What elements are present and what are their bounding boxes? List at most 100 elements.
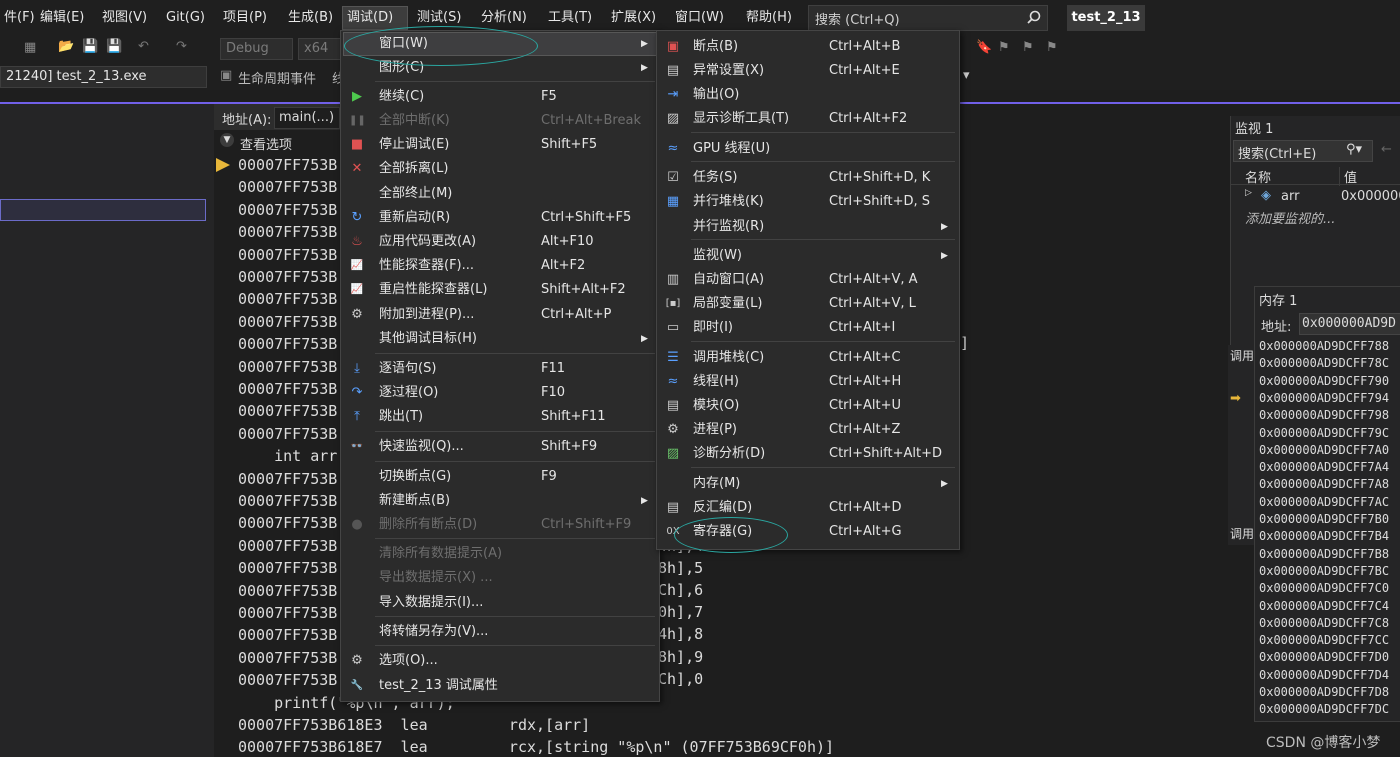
watch-search[interactable]: 搜索(Ctrl+E) ⚲▾ <box>1233 140 1373 162</box>
menu-item-3[interactable]: Git(G) <box>162 7 209 29</box>
address-input[interactable]: main(...) <box>274 107 340 129</box>
memory-row[interactable]: 0x000000AD9DCFF7A8 <box>1259 477 1389 491</box>
debug-menu-item-17[interactable]: 切换断点(G) F9 <box>341 465 657 489</box>
memory-addr-input[interactable]: 0x000000AD9D <box>1299 313 1400 335</box>
debug-menu-item-13[interactable]: ⤓ 逐语句(S) F11 <box>341 357 657 381</box>
back-arrow-icon[interactable]: ← <box>1381 142 1392 157</box>
debug-menu-item-2[interactable]: ▶ 继续(C) F5 <box>341 85 657 109</box>
window-menu-item-12[interactable]: ☰ 调用堆栈(C) Ctrl+Alt+C <box>657 346 957 370</box>
debug-menu-item-10[interactable]: 📈 重启性能探查器(L) Shift+Alt+F2 <box>341 278 657 302</box>
search-box[interactable]: 搜索 (Ctrl+Q) <box>808 5 1048 31</box>
bookmark-icon[interactable]: 🔖 <box>976 40 992 55</box>
watch-row[interactable]: ▷ ◈ arr 0x0000000 <box>1231 188 1400 206</box>
memory-row[interactable]: 0x000000AD9DCFF798 <box>1259 408 1389 422</box>
memory-row[interactable]: 0x000000AD9DCFF78C <box>1259 356 1389 370</box>
debug-menu-item-4[interactable]: ■ 停止调试(E) Shift+F5 <box>341 133 657 157</box>
window-menu-item-1[interactable]: ▤ 异常设置(X) Ctrl+Alt+E <box>657 59 957 83</box>
save-all-icon[interactable]: 💾 <box>106 39 122 54</box>
window-menu-item-6[interactable]: ▦ 并行堆栈(K) Ctrl+Shift+D, S <box>657 190 957 214</box>
memory-row[interactable]: 0x000000AD9DCFF7C8 <box>1259 616 1389 630</box>
debug-menu-item-22[interactable]: 导入数据提示(I)... <box>341 591 657 615</box>
memory-row[interactable]: 0x000000AD9DCFF7CC <box>1259 633 1389 647</box>
window-menu-item-13[interactable]: ≈ 线程(H) Ctrl+Alt+H <box>657 370 957 394</box>
window-menu-item-16[interactable]: ▨ 诊断分析(D) Ctrl+Shift+Alt+D <box>657 442 957 466</box>
watch-add-hint[interactable]: 添加要监视的... <box>1245 208 1335 227</box>
window-menu-item-5[interactable]: ☑ 任务(S) Ctrl+Shift+D, K <box>657 166 957 190</box>
window-menu-item-15[interactable]: ⚙ 进程(P) Ctrl+Alt+Z <box>657 418 957 442</box>
debug-menu-item-18[interactable]: 新建断点(B) ▶ <box>341 489 657 513</box>
expand-icon[interactable]: ▷ <box>1245 188 1252 198</box>
menu-item-4[interactable]: 项目(P) <box>219 7 271 29</box>
project-name-badge[interactable]: test_2_13 <box>1067 5 1145 31</box>
debug-menu-item-8[interactable]: ♨ 应用代码更改(A) Alt+F10 <box>341 230 657 254</box>
menu-item-1[interactable]: 编辑(E) <box>36 7 88 29</box>
debug-menu-item-9[interactable]: 📈 性能探查器(F)... Alt+F2 <box>341 254 657 278</box>
watch-search-icon[interactable]: ⚲▾ <box>1346 142 1362 157</box>
memory-row[interactable]: 0x000000AD9DCFF7D0 <box>1259 650 1389 664</box>
window-menu-item-11[interactable]: ▭ 即时(I) Ctrl+Alt+I <box>657 316 957 340</box>
lifecycle-label[interactable]: 生命周期事件 <box>238 68 316 87</box>
menu-item-11[interactable]: 窗口(W) <box>671 7 728 29</box>
selected-tree-item[interactable] <box>0 199 206 221</box>
debug-menu-item-24[interactable]: ⚙ 选项(O)... <box>341 649 657 673</box>
memory-row[interactable]: 0x000000AD9DCFF790 <box>1259 374 1389 388</box>
debug-menu-item-7[interactable]: ↻ 重新启动(R) Ctrl+Shift+F5 <box>341 206 657 230</box>
debug-menu-item-11[interactable]: ⚙ 附加到进程(P)... Ctrl+Alt+P <box>341 303 657 327</box>
debug-menu-item-12[interactable]: 其他调试目标(H) ▶ <box>341 327 657 351</box>
debug-menu-item-16[interactable]: 👓 快速监视(Q)... Shift+F9 <box>341 435 657 459</box>
menu-item-2[interactable]: 视图(V) <box>98 7 151 29</box>
open-folder-icon[interactable]: 📂 <box>58 39 74 54</box>
memory-row[interactable]: 0x000000AD9DCFF788 <box>1259 339 1389 353</box>
memory-row[interactable]: 0x000000AD9DCFF7D4 <box>1259 668 1389 682</box>
chevron-down-icon[interactable]: ▼ <box>220 133 234 147</box>
platform-combo[interactable]: x64 <box>298 38 345 60</box>
window-menu-item-0[interactable]: ▣ 断点(B) Ctrl+Alt+B <box>657 35 957 59</box>
undo-icon[interactable]: ↶ <box>138 39 149 54</box>
config-combo[interactable]: Debug <box>220 38 293 60</box>
menu-item-10[interactable]: 扩展(X) <box>607 7 660 29</box>
window-menu-item-4[interactable]: ≈ GPU 线程(U) <box>657 137 957 161</box>
view-options[interactable]: ▼ 查看选项 <box>214 132 340 154</box>
memory-row[interactable]: 0x000000AD9DCFF7DC <box>1259 702 1389 716</box>
menu-item-0[interactable]: 件(F) <box>0 7 39 29</box>
toolbar-overflow-icon[interactable]: ▾ <box>958 66 975 86</box>
memory-row[interactable]: 0x000000AD9DCFF7B4 <box>1259 529 1389 543</box>
process-combo[interactable]: 21240] test_2_13.exe <box>0 66 207 88</box>
debug-menu-item-6[interactable]: 全部终止(M) <box>341 182 657 206</box>
window-menu-item-2[interactable]: ⇥ 输出(O) <box>657 83 957 107</box>
bookmark-prev-icon[interactable]: ⚑ <box>998 40 1010 55</box>
memory-row[interactable]: 0x000000AD9DCFF7A4 <box>1259 460 1389 474</box>
redo-icon[interactable]: ↷ <box>176 39 187 54</box>
bookmark-next-icon[interactable]: ⚑ <box>1022 40 1034 55</box>
memory-row[interactable]: 0x000000AD9DCFF7B0 <box>1259 512 1389 526</box>
memory-row[interactable]: 0x000000AD9DCFF7AC <box>1259 495 1389 509</box>
memory-row[interactable]: 0x000000AD9DCFF794 <box>1259 391 1389 405</box>
debug-menu-item-15[interactable]: ⤒ 跳出(T) Shift+F11 <box>341 405 657 429</box>
memory-row[interactable]: 0x000000AD9DCFF7D8 <box>1259 685 1389 699</box>
window-menu-item-18[interactable]: ▤ 反汇编(D) Ctrl+Alt+D <box>657 496 957 520</box>
menu-item-5[interactable]: 生成(B) <box>284 7 337 29</box>
window-menu-item-14[interactable]: ▤ 模块(O) Ctrl+Alt+U <box>657 394 957 418</box>
window-menu-item-7[interactable]: 并行监视(R) ▶ <box>657 215 957 239</box>
window-menu-item-10[interactable]: [▪] 局部变量(L) Ctrl+Alt+V, L <box>657 292 957 316</box>
window-menu-item-3[interactable]: ▨ 显示诊断工具(T) Ctrl+Alt+F2 <box>657 107 957 131</box>
debug-menu-item-25[interactable]: 🔧 test_2_13 调试属性 <box>341 674 657 698</box>
memory-row[interactable]: 0x000000AD9DCFF7BC <box>1259 564 1389 578</box>
save-icon[interactable]: 💾 <box>82 39 98 54</box>
menu-debug[interactable]: 调试(D) <box>342 6 408 30</box>
menu-item-8[interactable]: 分析(N) <box>477 7 531 29</box>
memory-row[interactable]: 0x000000AD9DCFF7C0 <box>1259 581 1389 595</box>
memory-row[interactable]: 0x000000AD9DCFF7C4 <box>1259 599 1389 613</box>
memory-row[interactable]: 0x000000AD9DCFF7B8 <box>1259 547 1389 561</box>
window-menu-item-17[interactable]: 内存(M) ▶ <box>657 472 957 496</box>
memory-row[interactable]: 0x000000AD9DCFF79C <box>1259 426 1389 440</box>
window-menu-item-8[interactable]: 监视(W) ▶ <box>657 244 957 268</box>
debug-menu-item-23[interactable]: 将转储另存为(V)... <box>341 620 657 644</box>
menu-item-12[interactable]: 帮助(H) <box>742 7 796 29</box>
window-menu-item-9[interactable]: ▥ 自动窗口(A) Ctrl+Alt+V, A <box>657 268 957 292</box>
menu-item-9[interactable]: 工具(T) <box>544 7 596 29</box>
solution-icon[interactable]: ▦ <box>24 40 36 55</box>
memory-row[interactable]: 0x000000AD9DCFF7A0 <box>1259 443 1389 457</box>
bookmark-clear-icon[interactable]: ⚑ <box>1046 40 1058 55</box>
debug-menu-item-14[interactable]: ↷ 逐过程(O) F10 <box>341 381 657 405</box>
